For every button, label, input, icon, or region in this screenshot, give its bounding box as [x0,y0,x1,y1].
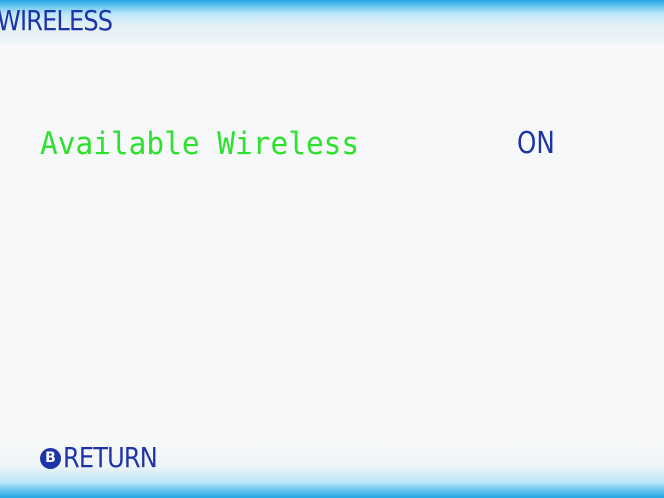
wireless-settings-screen: WIRELESS Available Wireless ON B RETURN [0,0,664,498]
b-button-icon: B [40,447,61,469]
setting-value-available-wireless[interactable]: ON [517,122,555,166]
setting-label-available-wireless[interactable]: Available Wireless [40,122,359,166]
return-button[interactable]: B RETURN [40,440,172,476]
setting-row-available-wireless[interactable]: Available Wireless ON [40,122,640,166]
header-bar: WIRELESS [0,0,664,44]
return-label: RETURN [63,441,158,474]
page-title: WIRELESS [0,4,113,37]
